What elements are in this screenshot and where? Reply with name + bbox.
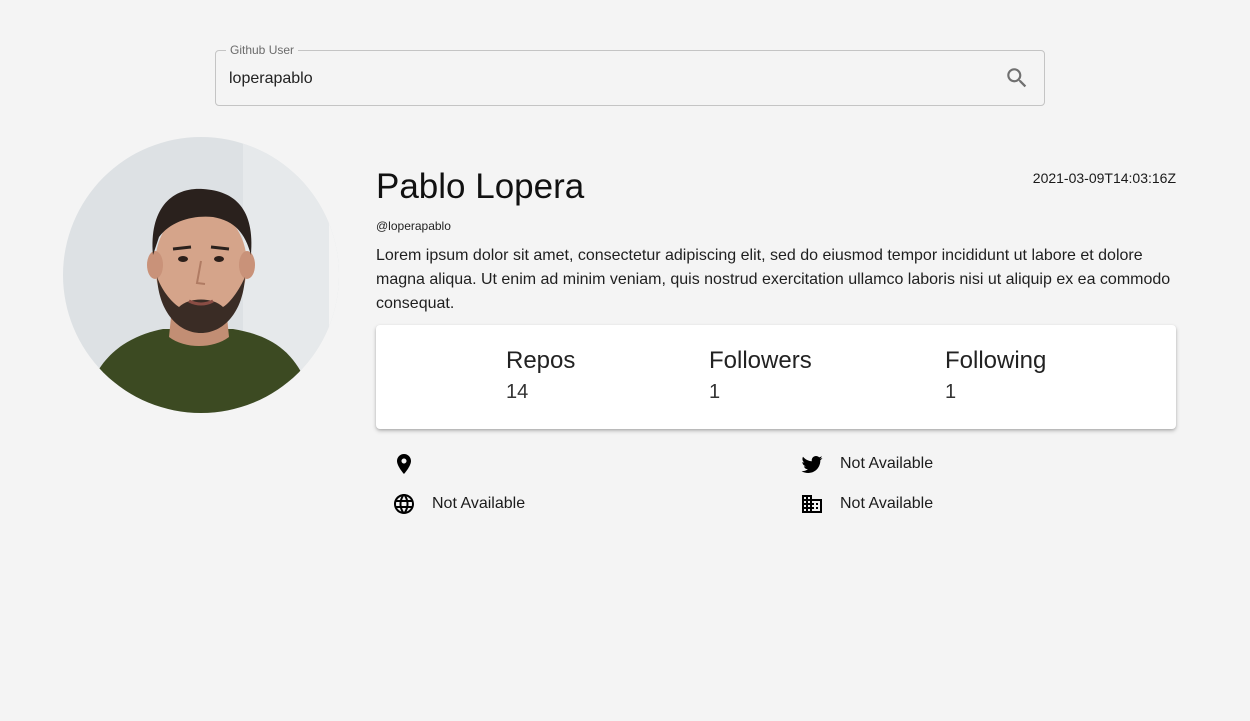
- info-location: [392, 452, 432, 476]
- info-blog: Not Available: [392, 492, 525, 516]
- github-user-search-field[interactable]: Github User: [215, 43, 1045, 106]
- profile-login: @loperapablo: [376, 219, 451, 233]
- location-pin-icon: [397, 454, 411, 474]
- search-button[interactable]: [1004, 65, 1030, 91]
- stat-following: Following 1: [945, 347, 1046, 404]
- stat-following-label: Following: [945, 347, 1047, 374]
- avatar: [63, 137, 339, 413]
- stat-repos-value: 14: [506, 381, 529, 403]
- stat-repos: Repos 14: [506, 347, 575, 404]
- stat-followers: Followers 1: [709, 347, 812, 404]
- profile-name: Pablo Lopera: [376, 167, 585, 206]
- stat-repos-label: Repos: [506, 347, 576, 374]
- twitter-text: Not Available: [840, 455, 934, 472]
- info-company: Not Available: [800, 492, 933, 516]
- search-field-label: Github User: [226, 43, 299, 57]
- avatar-photo: [63, 137, 339, 413]
- stat-following-value: 1: [945, 381, 957, 403]
- building-icon: [802, 495, 822, 513]
- profile-bio: Lorem ipsum dolor sit amet, consectetur …: [376, 247, 1171, 312]
- search-input[interactable]: [229, 68, 969, 90]
- company-text: Not Available: [840, 495, 934, 512]
- blog-text: Not Available: [432, 495, 526, 512]
- stat-followers-label: Followers: [709, 347, 812, 374]
- globe-icon: [394, 494, 414, 514]
- created-at-timestamp: 2021-03-09T14:03:16Z: [1032, 170, 1176, 186]
- stat-followers-value: 1: [709, 381, 721, 403]
- twitter-icon: [801, 456, 823, 473]
- stats-card: Repos 14 Followers 1 Following 1: [376, 325, 1176, 429]
- info-twitter: Not Available: [800, 452, 933, 476]
- search-icon: [1007, 68, 1027, 88]
